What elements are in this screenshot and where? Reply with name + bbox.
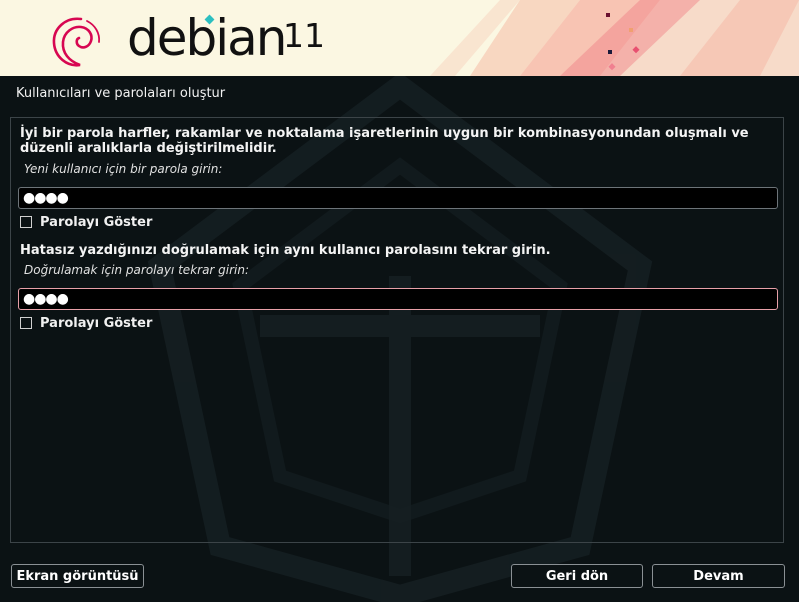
verify-password-input[interactable]: ●●●● — [18, 288, 778, 310]
back-button[interactable]: Geri dön — [511, 564, 643, 588]
password-input[interactable]: ●●●● — [18, 187, 778, 209]
verify-password-label: Doğrulamak için parolayı tekrar girin: — [24, 263, 250, 277]
password-label: Yeni kullanıcı için bir parola girin: — [24, 162, 223, 176]
show-verify-password-toggle[interactable]: Parolayı Göster — [20, 315, 152, 331]
show-password-toggle[interactable]: Parolayı Göster — [20, 214, 152, 230]
verify-help-text: Hatasız yazdığınızı doğrulamak için aynı… — [20, 243, 551, 258]
show-password-label: Parolayı Göster — [40, 214, 153, 230]
continue-button[interactable]: Devam — [652, 564, 785, 588]
password-help-text: İyi bir parola harfler, rakamlar ve nokt… — [20, 126, 749, 156]
page-title: Kullanıcıları ve parolaları oluştur — [16, 86, 226, 101]
debian-brand: debian — [127, 9, 287, 67]
banner-decoration — [430, 0, 799, 76]
show-verify-password-label: Parolayı Göster — [40, 315, 153, 331]
screenshot-button[interactable]: Ekran görüntüsü — [11, 564, 144, 588]
debian-banner: debian 11 — [0, 0, 799, 76]
show-password-checkbox[interactable] — [20, 216, 32, 228]
show-verify-password-checkbox[interactable] — [20, 317, 32, 329]
debian-version: 11 — [283, 16, 325, 55]
debian-swirl-icon — [52, 17, 100, 67]
